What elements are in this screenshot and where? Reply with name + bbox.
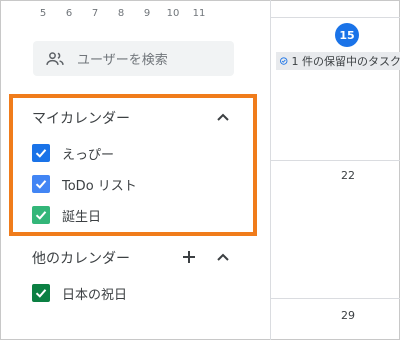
- grid-row-divider: [270, 160, 400, 161]
- mini-calendar-day[interactable]: 6: [56, 8, 82, 19]
- mini-calendar-day[interactable]: 5: [30, 8, 56, 19]
- grid-row-divider: [270, 298, 400, 299]
- grid-column-divider: [270, 0, 271, 340]
- today-date[interactable]: 15: [335, 23, 359, 47]
- people-icon: [46, 51, 64, 65]
- highlight-box: [9, 94, 257, 236]
- search-users-field[interactable]: ユーザーを検索: [33, 41, 234, 76]
- day-number[interactable]: 22: [333, 169, 363, 182]
- other-calendars-header[interactable]: 他のカレンダー: [32, 248, 130, 268]
- mini-calendar-day[interactable]: 7: [82, 8, 108, 19]
- pending-tasks-chip[interactable]: 1 件の保留中のタスク: [276, 52, 400, 70]
- checkbox-checked[interactable]: [32, 284, 50, 302]
- pending-tasks-label: 1 件の保留中のタスク: [291, 55, 400, 68]
- mini-calendar-day[interactable]: 8: [108, 8, 134, 19]
- plus-icon[interactable]: [182, 250, 196, 264]
- grid-row-divider: [270, 17, 400, 18]
- calendar-item-japan-holidays[interactable]: 日本の祝日: [32, 282, 127, 304]
- mini-calendar-week-row: 5 6 7 8 9 10 11: [30, 8, 212, 19]
- day-number[interactable]: 29: [333, 309, 363, 322]
- check-icon: [35, 289, 47, 298]
- mini-calendar-day[interactable]: 10: [160, 8, 186, 19]
- mini-calendar-day[interactable]: 9: [134, 8, 160, 19]
- calendar-label: 日本の祝日: [62, 287, 128, 303]
- search-users-placeholder: ユーザーを検索: [77, 53, 168, 68]
- task-check-icon: [280, 57, 288, 65]
- mini-calendar-day[interactable]: 11: [186, 8, 212, 19]
- chevron-up-icon[interactable]: [216, 252, 230, 262]
